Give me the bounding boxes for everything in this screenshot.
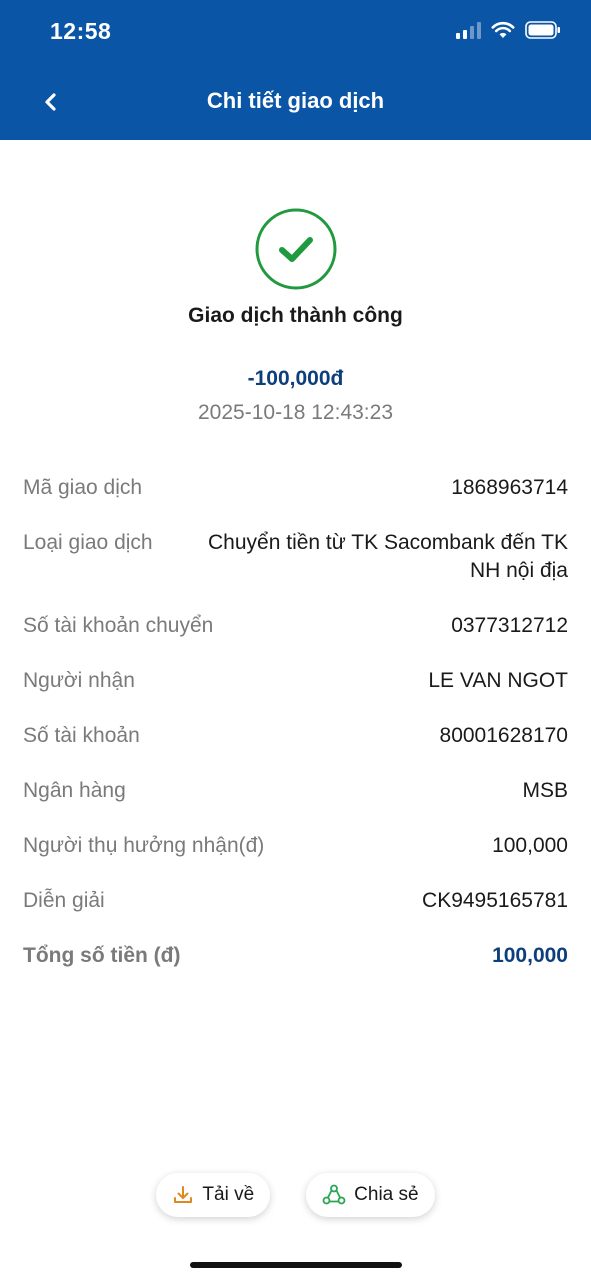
detail-value: 100,000 — [492, 834, 568, 857]
total-value: 100,000 — [492, 944, 568, 967]
detail-row-transaction-type: Loại giao dịch Chuyển tiền từ TK Sacomba… — [23, 529, 568, 585]
download-icon — [174, 1186, 193, 1203]
header-bar: 12:58 Chi tiết giao dịch — [0, 0, 591, 140]
detail-label: Loại giao dịch — [23, 531, 153, 554]
detail-value: MSB — [522, 779, 568, 802]
detail-row-bank: Ngân hàng MSB — [23, 777, 568, 805]
detail-row-transaction-id: Mã giao dịch 1868963714 — [23, 474, 568, 502]
transaction-details: Mã giao dịch 1868963714 Loại giao dịch C… — [23, 474, 568, 997]
detail-row-account-number: Số tài khoản 80001628170 — [23, 722, 568, 750]
detail-value: 80001628170 — [439, 724, 568, 747]
detail-value: Chuyển tiền từ TK Sacombank đến TK NH nộ… — [208, 531, 568, 582]
detail-value: CK9495165781 — [422, 889, 568, 912]
detail-row-source-account: Số tài khoản chuyển 0377312712 — [23, 612, 568, 640]
transaction-datetime: 2025-10-18 12:43:23 — [198, 401, 393, 424]
share-button[interactable]: Chia sẻ — [306, 1173, 435, 1217]
transaction-amount: -100,000đ — [247, 367, 344, 390]
wifi-icon — [491, 21, 515, 38]
detail-label: Số tài khoản — [23, 724, 140, 747]
detail-label: Người thụ hưởng nhận(đ) — [23, 834, 265, 857]
status-icons — [456, 21, 561, 39]
share-label: Chia sẻ — [354, 1184, 419, 1205]
download-label: Tải về — [202, 1184, 255, 1205]
total-label: Tổng số tiền (đ) — [23, 944, 181, 967]
detail-label: Ngân hàng — [23, 779, 126, 802]
detail-value: 1868963714 — [451, 476, 568, 499]
detail-label: Diễn giải — [23, 889, 105, 912]
detail-row-description: Diễn giải CK9495165781 — [23, 887, 568, 915]
check-circle-icon — [255, 208, 337, 290]
download-button[interactable]: Tải về — [156, 1173, 271, 1217]
detail-label: Mã giao dịch — [23, 476, 143, 499]
page-title: Chi tiết giao dịch — [206, 88, 385, 113]
detail-row-recipient: Người nhận LE VAN NGOT — [23, 667, 568, 695]
action-bar: Tải về Chia sẻ — [0, 1173, 591, 1217]
share-icon — [322, 1184, 346, 1205]
detail-row-total: Tổng số tiền (đ) 100,000 — [23, 942, 568, 970]
detail-value: LE VAN NGOT — [428, 669, 568, 692]
transaction-status: Giao dịch thành công — [188, 304, 403, 327]
transaction-detail-screen: 12:58 Chi tiết giao dịch Giao dịch thành… — [0, 0, 591, 1280]
detail-label: Số tài khoản chuyển — [23, 614, 214, 637]
status-time: 12:58 — [50, 18, 112, 44]
cellular-signal-icon — [456, 21, 481, 39]
battery-icon — [525, 21, 560, 39]
detail-label: Người nhận — [23, 669, 135, 692]
detail-value: 0377312712 — [451, 614, 568, 637]
home-indicator[interactable] — [190, 1262, 402, 1268]
detail-row-beneficiary-amount: Người thụ hưởng nhận(đ) 100,000 — [23, 832, 568, 860]
